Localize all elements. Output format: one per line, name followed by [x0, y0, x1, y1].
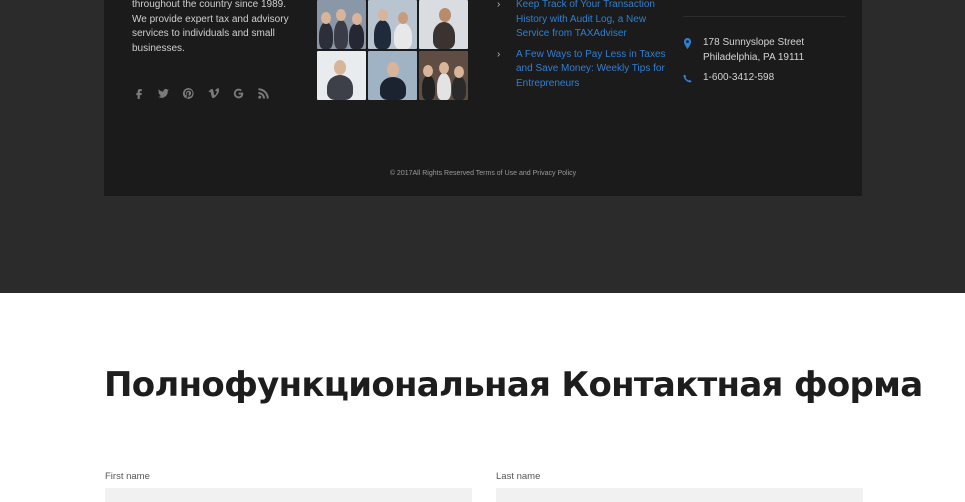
copyright-text: © 2017All Rights Reserved Terms of Use a… — [389, 170, 577, 177]
location-pin-icon — [683, 36, 703, 55]
recent-posts: › Keep Track of Your Transaction History… — [497, 0, 672, 98]
google-icon[interactable] — [233, 88, 258, 102]
list-item: › Keep Track of Your Transaction History… — [497, 0, 672, 42]
address-row: 178 Sunnyslope Street Philadelphia, PA 1… — [683, 36, 833, 65]
post-link[interactable]: Keep Track of Your Transaction History w… — [516, 0, 672, 42]
post-link[interactable]: A Few Ways to Pay Less in Taxes and Save… — [516, 48, 672, 92]
list-item: › A Few Ways to Pay Less in Taxes and Sa… — [497, 48, 672, 92]
chevron-right-icon: › — [497, 48, 501, 60]
phone-text[interactable]: 1-600-3412-598 — [703, 71, 774, 86]
gallery-photo[interactable] — [419, 51, 468, 100]
gallery-photo[interactable] — [317, 0, 366, 49]
last-name-label: Last name — [496, 471, 541, 482]
gallery-photo[interactable] — [368, 0, 417, 49]
contact-divider — [683, 16, 846, 17]
first-name-label: First name — [105, 471, 150, 482]
phone-icon — [683, 71, 703, 90]
chevron-right-icon: › — [497, 0, 501, 10]
gallery-photo[interactable] — [368, 51, 417, 100]
social-links — [133, 87, 283, 102]
page-title: Полнофункциональная Контактная форма — [104, 365, 923, 405]
vimeo-icon[interactable] — [208, 88, 233, 102]
phone-row: 1-600-3412-598 — [683, 71, 774, 90]
about-text: throughout the country since 1989. We pr… — [132, 0, 289, 54]
twitter-icon[interactable] — [158, 88, 183, 102]
facebook-icon[interactable] — [133, 88, 158, 102]
rss-icon[interactable] — [258, 88, 283, 102]
address-text: 178 Sunnyslope Street Philadelphia, PA 1… — [703, 37, 805, 63]
gallery-photo[interactable] — [317, 51, 366, 100]
photo-gallery — [317, 0, 470, 101]
gallery-photo[interactable] — [419, 0, 468, 49]
pinterest-icon[interactable] — [182, 87, 208, 102]
